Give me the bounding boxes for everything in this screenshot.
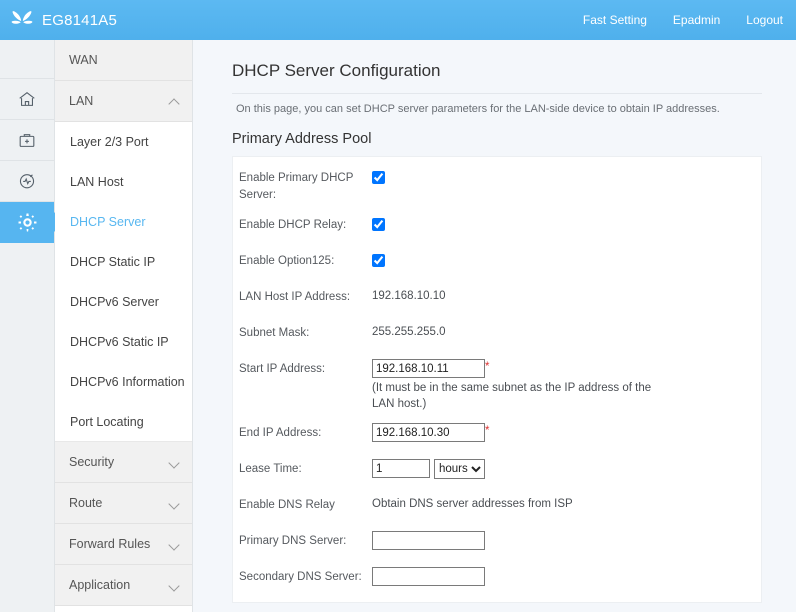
lan-host-ip-label: LAN Host IP Address: [239,286,372,306]
sidebar-group-security[interactable]: Security [55,442,192,483]
end-ip-label: End IP Address: [239,422,372,442]
enable-option125-label: Enable Option125: [239,250,372,270]
primary-dns-input[interactable] [372,531,485,550]
start-ip-hint: (It must be in the same subnet as the IP… [372,378,657,412]
chevron-up-icon [169,96,180,107]
page-title: DHCP Server Configuration [194,40,796,81]
lan-host-ip-value: 192.168.10.10 [372,287,446,302]
sidebar-item-dhcpv6-information[interactable]: DHCPv6 Information [55,362,192,402]
enable-dhcp-relay-checkbox[interactable] [372,218,385,231]
rail-maintenance[interactable] [0,120,54,161]
sidebar-item-lan-host[interactable]: LAN Host [55,162,192,202]
content-area: DHCP Server Configuration On this page, … [194,40,796,612]
gear-icon [17,212,38,233]
sidebar-group-application-label: Application [69,578,169,592]
lease-time-unit-select[interactable]: hours [434,459,485,479]
row-subnet-mask: Subnet Mask: 255.255.255.0 [233,322,761,348]
secondary-dns-input[interactable] [372,567,485,586]
gauge-icon [17,171,37,191]
row-primary-dns: Primary DNS Server: [233,530,761,556]
end-ip-input[interactable] [372,423,485,442]
sidebar-item-dhcpv6-static-ip[interactable]: DHCPv6 Static IP [55,322,192,362]
enable-option125-checkbox[interactable] [372,254,385,267]
rail-home[interactable] [0,79,54,120]
sidebar-group-wan[interactable]: WAN [55,40,192,81]
enable-dhcp-relay-label: Enable DHCP Relay: [239,214,372,234]
sidebar-group-lan-label: LAN [69,94,169,108]
subnet-mask-label: Subnet Mask: [239,322,372,342]
sidebar-menu: WAN LAN Layer 2/3 Port LAN Host DHCP Ser… [55,40,193,612]
sidebar-group-security-label: Security [69,455,169,469]
sidebar-item-dhcpv6-server[interactable]: DHCPv6 Server [55,282,192,322]
row-end-ip: End IP Address: * [233,422,761,448]
chevron-down-icon [169,539,180,550]
sidebar-group-route[interactable]: Route [55,483,192,524]
start-ip-label: Start IP Address: [239,358,372,378]
enable-primary-dhcp-checkbox[interactable] [372,171,385,184]
toolbox-icon [17,130,37,150]
rail-spacer [0,40,54,79]
sidebar-group-route-label: Route [69,496,169,510]
lease-time-input[interactable] [372,459,430,478]
subnet-mask-value: 255.255.255.0 [372,323,446,338]
logout-link[interactable]: Logout [746,13,783,27]
sidebar-item-dhcp-server[interactable]: DHCP Server [55,202,192,242]
sidebar-group-forward-rules-label: Forward Rules [69,537,169,551]
lease-time-label: Lease Time: [239,458,372,478]
primary-dns-label: Primary DNS Server: [239,530,372,550]
sidebar-item-port-locating[interactable]: Port Locating [55,402,192,442]
chevron-down-icon [169,498,180,509]
epadmin-link[interactable]: Epadmin [673,13,720,27]
icon-rail [0,40,55,612]
row-dns-relay: Enable DNS Relay Obtain DNS server addre… [233,494,761,520]
sidebar-group-forward-rules[interactable]: Forward Rules [55,524,192,565]
start-ip-required-star: * [485,359,489,373]
start-ip-input[interactable] [372,359,485,378]
sidebar-group-wan-label: WAN [69,53,180,67]
sidebar-item-layer-2-3-port[interactable]: Layer 2/3 Port [55,122,192,162]
chevron-down-icon [169,580,180,591]
home-icon [17,89,37,109]
dns-relay-value: Obtain DNS server addresses from ISP [372,495,573,510]
header-nav: Fast Setting Epadmin Logout [557,13,796,27]
page-description: On this page, you can set DHCP server pa… [194,94,796,115]
enable-primary-dhcp-label: Enable Primary DHCP Server: [239,167,372,204]
brand: EG8141A5 [0,8,117,32]
router-admin-page: EG8141A5 Fast Setting Epadmin Logout [0,0,796,612]
row-enable-dhcp-relay: Enable DHCP Relay: [233,214,761,240]
row-lease-time: Lease Time: hours [233,458,761,484]
end-ip-required-star: * [485,423,489,437]
row-enable-option125: Enable Option125: [233,250,761,276]
rail-status[interactable] [0,161,54,202]
row-lan-host-ip: LAN Host IP Address: 192.168.10.10 [233,286,761,312]
secondary-pool-section-title: Secondary Address Pool [194,603,796,612]
dns-relay-label: Enable DNS Relay [239,494,372,514]
secondary-dns-label: Secondary DNS Server: [239,566,372,586]
row-secondary-dns: Secondary DNS Server: [233,566,761,592]
row-start-ip: Start IP Address: * (It must be in the s… [233,358,761,412]
row-enable-primary-dhcp: Enable Primary DHCP Server: [233,167,761,204]
rail-advanced[interactable] [0,202,54,243]
sidebar-group-lan[interactable]: LAN [55,81,192,122]
sidebar-group-application[interactable]: Application [55,565,192,606]
huawei-flower-logo-icon [9,8,35,32]
sidebar-item-dhcp-static-ip[interactable]: DHCP Static IP [55,242,192,282]
brand-name: EG8141A5 [42,12,117,29]
primary-pool-panel: Enable Primary DHCP Server: Enable DHCP … [232,156,762,603]
chevron-down-icon [169,457,180,468]
top-header: EG8141A5 Fast Setting Epadmin Logout [0,0,796,40]
primary-pool-section-title: Primary Address Pool [194,115,796,147]
fast-setting-link[interactable]: Fast Setting [583,13,647,27]
